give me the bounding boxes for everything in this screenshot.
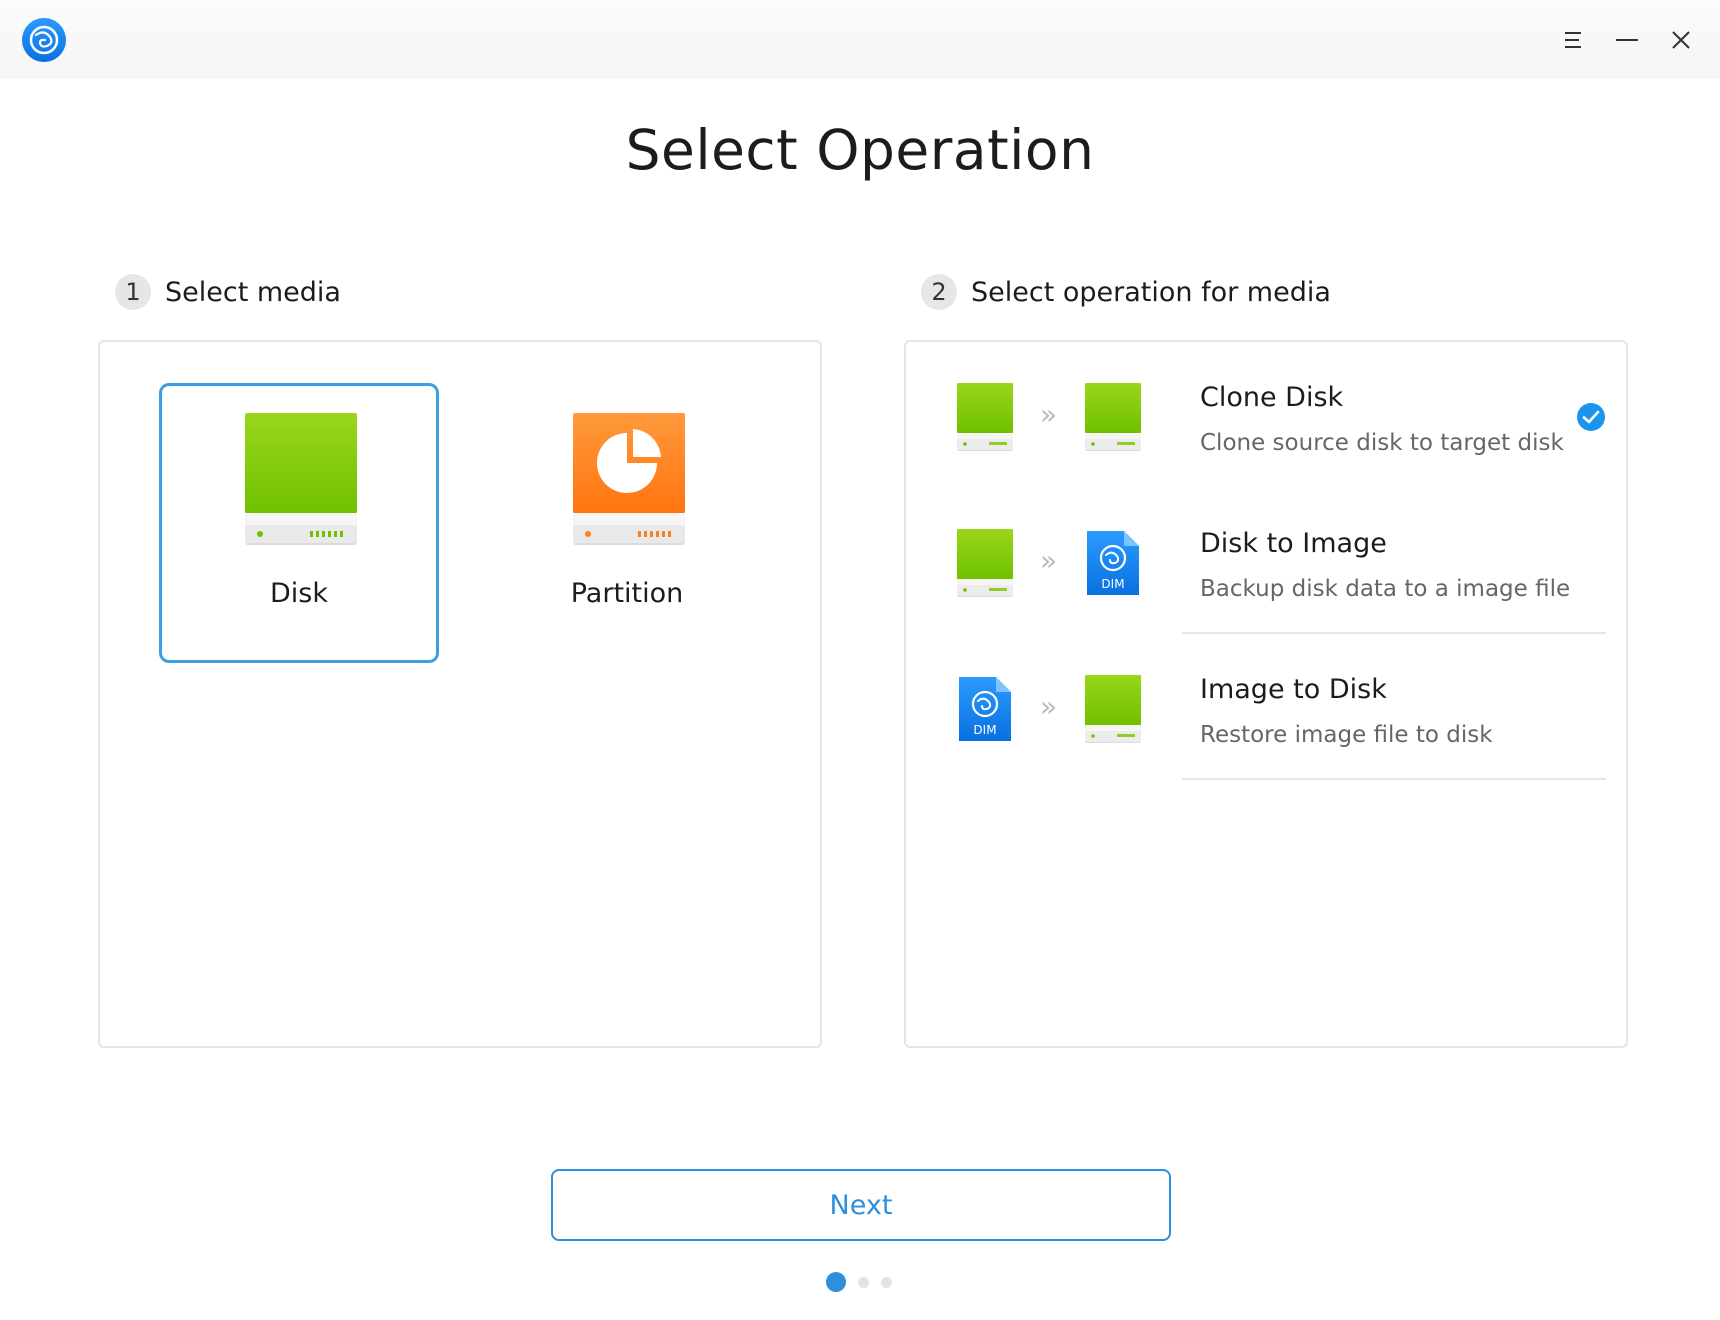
menu-icon[interactable]: [1553, 20, 1593, 60]
media-panel: Disk Partition: [98, 340, 822, 1048]
page-indicator: [826, 1272, 904, 1292]
disk-icon: [245, 413, 357, 545]
operation-description: Clone source disk to target disk: [1200, 430, 1564, 456]
step-number-badge: 2: [921, 274, 957, 310]
arrow-right-icon: »: [1040, 398, 1058, 431]
operation-title: Clone Disk: [1200, 382, 1344, 413]
operation-panel: » Clone Disk Clone source disk to target…: [904, 340, 1628, 1048]
minimize-icon[interactable]: [1607, 20, 1647, 60]
operation-description: Restore image file to disk: [1200, 722, 1493, 748]
disk-icon: [1085, 383, 1141, 451]
dim-file-icon: DIM: [1087, 531, 1139, 595]
page-dot-active: [826, 1272, 846, 1292]
operation-image-to-disk[interactable]: DIM » Image to Disk Restore image file t…: [906, 634, 1626, 780]
divider: [1182, 778, 1606, 780]
title-bar: [0, 0, 1720, 79]
disk-icon: [957, 383, 1013, 451]
operation-title: Disk to Image: [1200, 528, 1387, 559]
arrow-right-icon: »: [1040, 544, 1058, 577]
step-label: Select media: [165, 276, 341, 308]
media-option-disk[interactable]: Disk: [159, 383, 439, 663]
page-dot: [858, 1276, 869, 1288]
page-title: Select Operation: [625, 118, 1095, 182]
next-button[interactable]: Next: [551, 1169, 1171, 1241]
checkmark-icon: [1577, 403, 1605, 431]
dim-file-icon: DIM: [959, 677, 1011, 741]
operation-description: Backup disk data to a image file: [1200, 576, 1571, 602]
disk-icon: [1085, 675, 1141, 743]
page-dot: [881, 1276, 892, 1288]
partition-icon: [573, 413, 685, 545]
step-label: Select operation for media: [971, 276, 1331, 308]
operation-title: Image to Disk: [1200, 674, 1387, 705]
media-option-label: Disk: [270, 578, 328, 609]
close-icon[interactable]: [1661, 20, 1701, 60]
media-option-partition[interactable]: Partition: [487, 383, 767, 663]
step-2-heading: 2 Select operation for media: [921, 273, 1331, 311]
operation-clone-disk[interactable]: » Clone Disk Clone source disk to target…: [906, 342, 1626, 488]
dim-label: DIM: [973, 723, 996, 737]
app-window: Select Operation 1 Select media Disk Par…: [0, 0, 1720, 1320]
arrow-right-icon: »: [1040, 690, 1058, 723]
deepin-clone-icon: [22, 18, 66, 62]
disk-icon: [957, 529, 1013, 597]
dim-label: DIM: [1101, 577, 1124, 591]
operation-disk-to-image[interactable]: » DIM Disk to Image Backup disk data to …: [906, 488, 1626, 634]
step-number-badge: 1: [115, 274, 151, 310]
media-option-label: Partition: [570, 578, 684, 609]
step-1-heading: 1 Select media: [115, 273, 341, 311]
